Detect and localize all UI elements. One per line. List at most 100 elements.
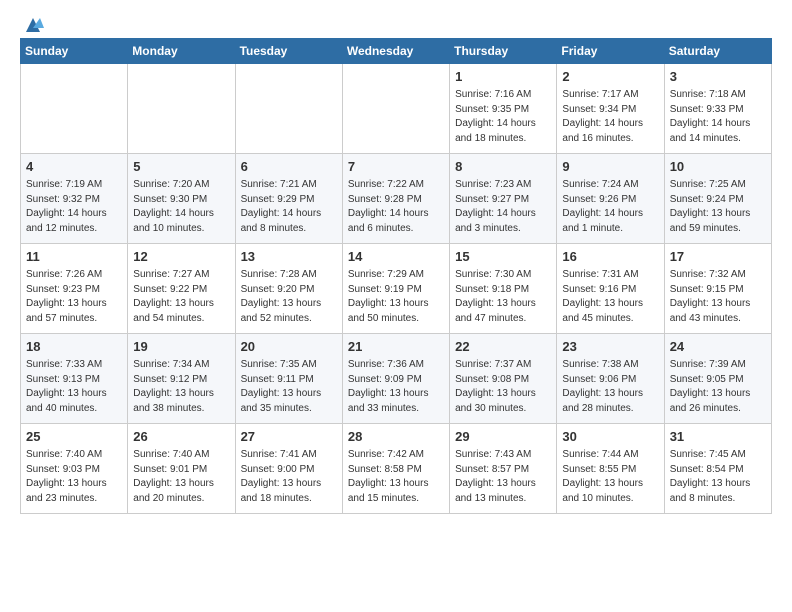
- day-info: Sunrise: 7:44 AM Sunset: 8:55 PM Dayligh…: [562, 448, 658, 506]
- day-number: 19: [133, 338, 229, 356]
- calendar-body: 1 Sunrise: 7:16 AM Sunset: 9:35 PM Daylig…: [21, 64, 772, 514]
- calendar-day-cell: 23Sunrise: 7:38 AM Sunset: 9:06 PM Dayli…: [557, 334, 664, 424]
- day-info: Sunrise: 7:40 AM Sunset: 9:01 PM Dayligh…: [133, 448, 229, 506]
- calendar-day-cell: 20Sunrise: 7:35 AM Sunset: 9:11 PM Dayli…: [235, 334, 342, 424]
- day-info: Sunrise: 7:31 AM Sunset: 9:16 PM Dayligh…: [562, 268, 658, 326]
- day-number: 4: [26, 158, 122, 176]
- calendar-day-cell: 10 Sunrise: 7:25 AM Sunset: 9:24 PM Dayli…: [664, 154, 771, 244]
- day-info: Sunrise: 7:29 AM Sunset: 9:19 PM Dayligh…: [348, 268, 444, 326]
- calendar-header-cell: Sunday: [21, 39, 128, 64]
- calendar-day-cell: 11 Sunrise: 7:26 AM Sunset: 9:23 PM Dayli…: [21, 244, 128, 334]
- day-number: 24: [670, 338, 766, 356]
- calendar-day-cell: 14Sunrise: 7:29 AM Sunset: 9:19 PM Dayli…: [342, 244, 449, 334]
- calendar-day-cell: 29Sunrise: 7:43 AM Sunset: 8:57 PM Dayli…: [450, 424, 557, 514]
- day-number: 10: [670, 158, 766, 176]
- calendar-header-cell: Saturday: [664, 39, 771, 64]
- calendar-table: SundayMondayTuesdayWednesdayThursdayFrid…: [20, 38, 772, 514]
- calendar-header-cell: Thursday: [450, 39, 557, 64]
- calendar-day-cell: 16 Sunrise: 7:31 AM Sunset: 9:16 PM Dayli…: [557, 244, 664, 334]
- calendar-day-cell: 2 Sunrise: 7:17 AM Sunset: 9:34 PM Daylig…: [557, 64, 664, 154]
- page-container: SundayMondayTuesdayWednesdayThursdayFrid…: [0, 0, 792, 524]
- calendar-day-cell: [21, 64, 128, 154]
- logo: [20, 16, 44, 32]
- calendar-day-cell: 7 Sunrise: 7:22 AM Sunset: 9:28 PM Daylig…: [342, 154, 449, 244]
- day-info: Sunrise: 7:16 AM Sunset: 9:35 PM Dayligh…: [455, 88, 551, 146]
- day-info: Sunrise: 7:17 AM Sunset: 9:34 PM Dayligh…: [562, 88, 658, 146]
- calendar-day-cell: 8 Sunrise: 7:23 AM Sunset: 9:27 PM Daylig…: [450, 154, 557, 244]
- calendar-week-row: 4 Sunrise: 7:19 AM Sunset: 9:32 PM Daylig…: [21, 154, 772, 244]
- day-info: Sunrise: 7:27 AM Sunset: 9:22 PM Dayligh…: [133, 268, 229, 326]
- calendar-week-row: 25Sunrise: 7:40 AM Sunset: 9:03 PM Dayli…: [21, 424, 772, 514]
- day-number: 7: [348, 158, 444, 176]
- day-info: Sunrise: 7:36 AM Sunset: 9:09 PM Dayligh…: [348, 358, 444, 416]
- day-number: 31: [670, 428, 766, 446]
- calendar-header-cell: Monday: [128, 39, 235, 64]
- calendar-day-cell: 3 Sunrise: 7:18 AM Sunset: 9:33 PM Daylig…: [664, 64, 771, 154]
- day-number: 2: [562, 68, 658, 86]
- calendar-day-cell: 18 Sunrise: 7:33 AM Sunset: 9:13 PM Dayli…: [21, 334, 128, 424]
- calendar-header-cell: Wednesday: [342, 39, 449, 64]
- day-info: Sunrise: 7:23 AM Sunset: 9:27 PM Dayligh…: [455, 178, 551, 236]
- calendar-day-cell: 27 Sunrise: 7:41 AM Sunset: 9:00 PM Dayli…: [235, 424, 342, 514]
- calendar-day-cell: 24 Sunrise: 7:39 AM Sunset: 9:05 PM Dayli…: [664, 334, 771, 424]
- day-info: Sunrise: 7:24 AM Sunset: 9:26 PM Dayligh…: [562, 178, 658, 236]
- calendar-day-cell: 9 Sunrise: 7:24 AM Sunset: 9:26 PM Daylig…: [557, 154, 664, 244]
- calendar-day-cell: 19 Sunrise: 7:34 AM Sunset: 9:12 PM Dayli…: [128, 334, 235, 424]
- day-info: Sunrise: 7:39 AM Sunset: 9:05 PM Dayligh…: [670, 358, 766, 416]
- day-info: Sunrise: 7:19 AM Sunset: 9:32 PM Dayligh…: [26, 178, 122, 236]
- day-number: 3: [670, 68, 766, 86]
- day-number: 22: [455, 338, 551, 356]
- calendar-day-cell: 15 Sunrise: 7:30 AM Sunset: 9:18 PM Dayli…: [450, 244, 557, 334]
- day-info: Sunrise: 7:41 AM Sunset: 9:00 PM Dayligh…: [241, 448, 337, 506]
- day-number: 26: [133, 428, 229, 446]
- day-info: Sunrise: 7:18 AM Sunset: 9:33 PM Dayligh…: [670, 88, 766, 146]
- day-info: Sunrise: 7:33 AM Sunset: 9:13 PM Dayligh…: [26, 358, 122, 416]
- day-info: Sunrise: 7:34 AM Sunset: 9:12 PM Dayligh…: [133, 358, 229, 416]
- calendar-day-cell: 25Sunrise: 7:40 AM Sunset: 9:03 PM Dayli…: [21, 424, 128, 514]
- calendar-day-cell: 31Sunrise: 7:45 AM Sunset: 8:54 PM Dayli…: [664, 424, 771, 514]
- calendar-day-cell: 13Sunrise: 7:28 AM Sunset: 9:20 PM Dayli…: [235, 244, 342, 334]
- calendar-day-cell: 21 Sunrise: 7:36 AM Sunset: 9:09 PM Dayli…: [342, 334, 449, 424]
- day-number: 12: [133, 248, 229, 266]
- day-info: Sunrise: 7:32 AM Sunset: 9:15 PM Dayligh…: [670, 268, 766, 326]
- calendar-week-row: 18 Sunrise: 7:33 AM Sunset: 9:13 PM Dayli…: [21, 334, 772, 424]
- calendar-week-row: 11 Sunrise: 7:26 AM Sunset: 9:23 PM Dayli…: [21, 244, 772, 334]
- day-number: 11: [26, 248, 122, 266]
- calendar-day-cell: 17 Sunrise: 7:32 AM Sunset: 9:15 PM Dayli…: [664, 244, 771, 334]
- day-number: 23: [562, 338, 658, 356]
- calendar-day-cell: 22 Sunrise: 7:37 AM Sunset: 9:08 PM Dayli…: [450, 334, 557, 424]
- day-number: 8: [455, 158, 551, 176]
- calendar-header-cell: Friday: [557, 39, 664, 64]
- day-number: 16: [562, 248, 658, 266]
- day-info: Sunrise: 7:26 AM Sunset: 9:23 PM Dayligh…: [26, 268, 122, 326]
- calendar-day-cell: 5Sunrise: 7:20 AM Sunset: 9:30 PM Daylig…: [128, 154, 235, 244]
- day-number: 17: [670, 248, 766, 266]
- day-info: Sunrise: 7:37 AM Sunset: 9:08 PM Dayligh…: [455, 358, 551, 416]
- day-number: 9: [562, 158, 658, 176]
- calendar-day-cell: 1 Sunrise: 7:16 AM Sunset: 9:35 PM Daylig…: [450, 64, 557, 154]
- calendar-day-cell: 4 Sunrise: 7:19 AM Sunset: 9:32 PM Daylig…: [21, 154, 128, 244]
- day-number: 30: [562, 428, 658, 446]
- day-info: Sunrise: 7:42 AM Sunset: 8:58 PM Dayligh…: [348, 448, 444, 506]
- day-number: 25: [26, 428, 122, 446]
- calendar-day-cell: [342, 64, 449, 154]
- day-number: 20: [241, 338, 337, 356]
- day-number: 15: [455, 248, 551, 266]
- day-info: Sunrise: 7:22 AM Sunset: 9:28 PM Dayligh…: [348, 178, 444, 236]
- day-number: 1: [455, 68, 551, 86]
- calendar-header-cell: Tuesday: [235, 39, 342, 64]
- calendar-day-cell: [235, 64, 342, 154]
- day-info: Sunrise: 7:20 AM Sunset: 9:30 PM Dayligh…: [133, 178, 229, 236]
- calendar-day-cell: 28 Sunrise: 7:42 AM Sunset: 8:58 PM Dayli…: [342, 424, 449, 514]
- day-info: Sunrise: 7:21 AM Sunset: 9:29 PM Dayligh…: [241, 178, 337, 236]
- day-number: 18: [26, 338, 122, 356]
- day-number: 21: [348, 338, 444, 356]
- day-number: 28: [348, 428, 444, 446]
- day-info: Sunrise: 7:30 AM Sunset: 9:18 PM Dayligh…: [455, 268, 551, 326]
- day-info: Sunrise: 7:25 AM Sunset: 9:24 PM Dayligh…: [670, 178, 766, 236]
- logo-icon: [22, 14, 44, 36]
- day-number: 27: [241, 428, 337, 446]
- day-number: 6: [241, 158, 337, 176]
- day-info: Sunrise: 7:43 AM Sunset: 8:57 PM Dayligh…: [455, 448, 551, 506]
- calendar-day-cell: 12 Sunrise: 7:27 AM Sunset: 9:22 PM Dayli…: [128, 244, 235, 334]
